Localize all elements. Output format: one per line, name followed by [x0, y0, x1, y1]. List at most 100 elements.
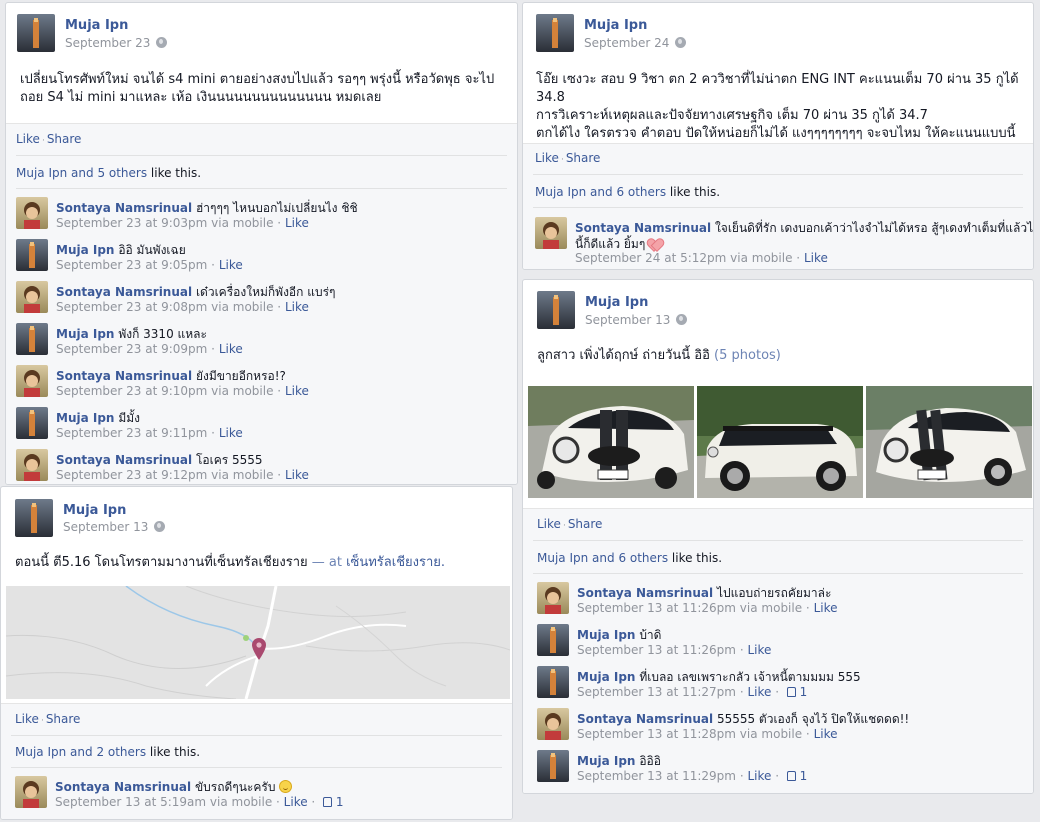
share-link[interactable]: Share — [566, 151, 601, 165]
commenter-name[interactable]: Sontaya Namsrinual — [56, 285, 192, 299]
comment-timestamp[interactable]: September 13 at 11:26pm — [577, 643, 736, 657]
commenter-avatar[interactable] — [537, 750, 569, 782]
post-date-text[interactable]: September 23 — [65, 36, 150, 50]
comment-timestamp[interactable]: September 23 at 9:09pm — [56, 342, 207, 356]
comment-timestamp[interactable]: September 24 at 5:12pm via mobile — [575, 251, 792, 265]
author-avatar[interactable] — [17, 14, 55, 52]
commenter-avatar[interactable] — [16, 197, 48, 229]
commenter-avatar[interactable] — [16, 449, 48, 481]
commenter-name[interactable]: Muja Ipn — [56, 243, 114, 257]
comment-like-link[interactable]: Like — [814, 601, 838, 615]
comment-timestamp[interactable]: September 13 at 11:29pm — [577, 769, 736, 783]
commenter-avatar[interactable] — [16, 407, 48, 439]
comment-like-count[interactable]: 1 — [336, 795, 344, 809]
commenter-name[interactable]: Sontaya Namsrinual — [56, 453, 192, 467]
comment-like-link[interactable]: Like — [219, 342, 243, 356]
comment-like-link[interactable]: Like — [747, 769, 771, 783]
comment-like-link[interactable]: Like — [219, 258, 243, 272]
comment-like-link[interactable]: Like — [814, 727, 838, 741]
commenter-avatar[interactable] — [16, 323, 48, 355]
commenter-name[interactable]: Muja Ipn — [56, 411, 114, 425]
liker-name[interactable]: Muja Ipn and — [15, 745, 96, 759]
commenter-name[interactable]: Muja Ipn — [577, 754, 635, 768]
map-pin-icon[interactable] — [252, 638, 266, 660]
liker-name[interactable]: Muja Ipn and — [16, 166, 97, 180]
post-date-text[interactable]: September 13 — [585, 313, 670, 327]
car-photo-2[interactable] — [697, 386, 863, 498]
comment-like-link[interactable]: Like — [747, 643, 771, 657]
post-date[interactable]: September 24 — [584, 36, 687, 50]
comment-like-count[interactable]: 1 — [800, 769, 808, 783]
share-link[interactable]: Share — [568, 517, 603, 531]
comment-timestamp[interactable]: September 23 at 9:05pm — [56, 258, 207, 272]
author-name[interactable]: Muja Ipn — [65, 18, 128, 33]
likes-others-link[interactable]: 2 others — [96, 745, 146, 759]
author-name[interactable]: Muja Ipn — [585, 295, 648, 310]
likes-others-link[interactable]: 6 others — [618, 551, 668, 565]
comment-like-link[interactable]: Like — [285, 384, 309, 398]
author-name[interactable]: Muja Ipn — [584, 18, 647, 33]
author-avatar[interactable] — [537, 291, 575, 329]
car-photo-3[interactable] — [866, 386, 1032, 498]
commenter-avatar[interactable] — [15, 776, 47, 808]
post-date-text[interactable]: September 24 — [584, 36, 669, 50]
commenter-name[interactable]: Muja Ipn — [577, 628, 635, 642]
author-avatar[interactable] — [536, 14, 574, 52]
location-map[interactable] — [6, 586, 510, 699]
commenter-avatar[interactable] — [16, 281, 48, 313]
like-link[interactable]: Like — [16, 132, 40, 146]
commenter-name[interactable]: Sontaya Namsrinual — [577, 712, 713, 726]
commenter-name[interactable]: Muja Ipn — [577, 670, 635, 684]
commenter-name[interactable]: Sontaya Namsrinual — [55, 780, 191, 794]
comment-like-link[interactable]: Like — [285, 300, 309, 314]
author-name[interactable]: Muja Ipn — [63, 503, 126, 518]
comment-like-link[interactable]: Like — [285, 216, 309, 230]
comment-like-count[interactable]: 1 — [800, 685, 808, 699]
likes-others-link[interactable]: 5 others — [97, 166, 147, 180]
post-date-text[interactable]: September 13 — [63, 520, 148, 534]
comment-timestamp[interactable]: September 23 at 9:12pm via mobile — [56, 468, 273, 482]
liker-name[interactable]: Muja Ipn and — [537, 551, 618, 565]
share-link[interactable]: Share — [47, 132, 82, 146]
post-date[interactable]: September 23 — [65, 36, 168, 50]
like-link[interactable]: Like — [537, 517, 561, 531]
comment-timestamp[interactable]: September 13 at 11:28pm via mobile — [577, 727, 802, 741]
photos-count-link[interactable]: (5 photos) — [714, 348, 781, 363]
place-link[interactable]: เซ็นทรัลเชียงราย. — [346, 555, 445, 570]
post-card-exam: Muja Ipn September 24 โอ๊ย เซงวะ สอบ 9 ว… — [522, 2, 1034, 270]
comment-timestamp[interactable]: September 23 at 9:11pm — [56, 426, 207, 440]
commenter-name[interactable]: Sontaya Namsrinual — [575, 221, 711, 235]
post-date[interactable]: September 13 — [63, 520, 166, 534]
commenter-name[interactable]: Sontaya Namsrinual — [577, 586, 713, 600]
car-photo-1[interactable] — [528, 386, 694, 498]
like-link[interactable]: Like — [15, 712, 39, 726]
comment-timestamp[interactable]: September 13 at 5:19am via mobile — [55, 795, 272, 809]
commenter-name[interactable]: Muja Ipn — [56, 327, 114, 341]
share-link[interactable]: Share — [46, 712, 81, 726]
comment-like-link[interactable]: Like — [804, 251, 828, 265]
like-link[interactable]: Like — [535, 151, 559, 165]
commenter-avatar[interactable] — [537, 708, 569, 740]
comment-timestamp[interactable]: September 23 at 9:10pm via mobile — [56, 384, 273, 398]
comment-like-link[interactable]: Like — [285, 468, 309, 482]
commenter-name[interactable]: Sontaya Namsrinual — [56, 369, 192, 383]
commenter-avatar[interactable] — [537, 666, 569, 698]
comment-timestamp[interactable]: September 13 at 11:26pm via mobile — [577, 601, 802, 615]
comment-like-link[interactable]: Like — [747, 685, 771, 699]
comment-timestamp[interactable]: September 23 at 9:03pm via mobile — [56, 216, 273, 230]
comment-like-link[interactable]: Like — [219, 426, 243, 440]
comment-timestamp[interactable]: September 23 at 9:08pm via mobile — [56, 300, 273, 314]
post-date[interactable]: September 13 — [585, 313, 688, 327]
commenter-avatar[interactable] — [537, 582, 569, 614]
commenter-name[interactable]: Sontaya Namsrinual — [56, 201, 192, 215]
commenter-avatar[interactable] — [537, 624, 569, 656]
liker-name[interactable]: Muja Ipn and — [535, 185, 616, 199]
commenter-avatar[interactable] — [535, 217, 567, 249]
likes-others-link[interactable]: 6 others — [616, 185, 666, 199]
comment-timestamp[interactable]: September 13 at 11:27pm — [577, 685, 736, 699]
comment-like-link[interactable]: Like — [284, 795, 308, 809]
author-avatar[interactable] — [15, 499, 53, 537]
commenter-avatar[interactable] — [16, 365, 48, 397]
commenter-avatar[interactable] — [16, 239, 48, 271]
post-text-line: การวิเคราะห์เหตุผลและปัจจัยทางเศรษฐกิจ เ… — [536, 108, 928, 123]
